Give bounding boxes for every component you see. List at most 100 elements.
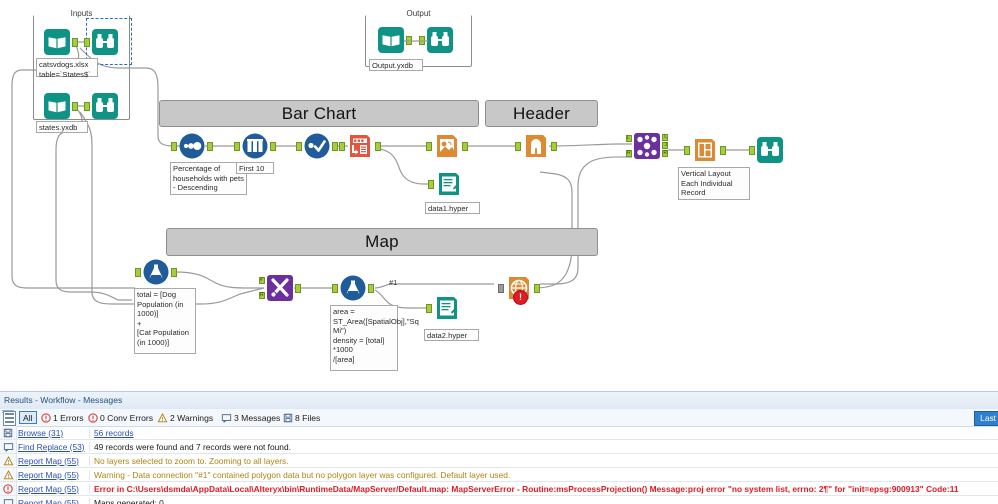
tool-link[interactable]: Find Replace (53) [16,442,90,452]
input-port[interactable] [135,268,141,277]
sort-icon [179,133,205,159]
section-bar-header[interactable]: Header [485,100,598,127]
tool-browse-final[interactable] [757,137,783,163]
tool-select[interactable] [304,133,330,159]
table-row[interactable]: Browse (31) 56 records [0,426,998,440]
tool-link[interactable]: Report Map (55) [16,470,90,480]
results-title: Results - Workflow - Messages [4,395,122,405]
last-button-label: Last [980,413,996,423]
tool-browse-output[interactable] [427,27,453,53]
output-port[interactable] [171,268,177,277]
port-label-r-out: R [663,150,667,157]
tool-sample[interactable] [242,133,268,159]
tool-report-map[interactable]: ! [506,275,532,301]
output-port[interactable] [72,38,78,47]
input-port[interactable] [515,142,521,151]
output-port[interactable] [207,142,213,151]
table-row[interactable]: Find Replace (53) 49 records were found … [0,440,998,454]
counter-warnings[interactable]: 2 Warnings [157,411,213,424]
table-row[interactable]: Report Map (55) Error in C:\Users\dsmda\… [0,482,998,496]
input-port[interactable] [332,284,338,293]
tool-join-spatial[interactable]: # R [267,275,293,301]
input-port[interactable] [426,142,432,151]
input-port[interactable] [296,142,302,151]
results-panel: Results - Workflow - Messages All 1 Erro… [0,391,998,504]
input-port[interactable] [234,142,240,151]
tool-join[interactable]: L R L J R [634,133,660,159]
formula-icon [340,275,366,301]
results-message-list[interactable]: Browse (31) 56 records Find Replace (53)… [0,426,998,504]
tool-image[interactable] [434,133,460,159]
tool-browse-catsvdogs[interactable] [92,29,118,55]
error-badge-icon: ! [513,290,528,305]
output-port[interactable] [375,142,381,151]
input-port[interactable] [684,146,690,155]
render-output-icon [434,295,460,321]
tool-sort[interactable] [179,133,205,159]
layout-icon [692,137,718,163]
output-port[interactable] [534,284,540,293]
counter-files[interactable]: 8 Files [283,411,320,424]
output-port[interactable] [720,146,726,155]
filter-all-button[interactable]: All [19,411,37,424]
last-button[interactable]: Last [974,411,998,426]
input-data-icon [378,27,404,53]
output-port[interactable] [368,284,374,293]
output-port[interactable] [72,102,78,111]
render-output-icon [436,171,462,197]
output-port[interactable] [270,142,276,151]
section-bar-bar-chart[interactable]: Bar Chart [159,100,479,127]
tool-data2-output[interactable] [434,295,460,321]
table-row[interactable]: Report Map (55) No layers selected to zo… [0,454,998,468]
counter-conv-errors-label: 0 Conv Errors [100,413,153,423]
tool-browse-states[interactable] [92,93,118,119]
counter-messages[interactable]: 3 Messages [221,411,280,424]
tool-data1-output[interactable] [436,171,462,197]
port-label-l-in: L [627,135,630,142]
input-port[interactable] [428,180,434,189]
browse-binoculars-icon [427,27,453,53]
report-header-icon [523,133,549,159]
input-port[interactable] [498,284,504,293]
results-view-toggle-icon[interactable] [3,411,16,426]
charting-icon [347,133,373,159]
image-icon [434,133,460,159]
note-formula-total: total = [Dog Population (in 1000)] + [Ca… [134,288,196,354]
tool-header-report[interactable] [523,133,549,159]
inputs-group-title: Inputs [34,9,129,18]
tool-link[interactable]: Report Map (55) [16,498,90,504]
note-data2: data2.hyper [424,329,479,341]
input-port[interactable] [339,142,345,151]
output-group-title: Output [366,9,471,18]
output-port[interactable] [332,142,338,151]
output-port[interactable] [551,142,557,151]
input-port[interactable] [84,102,90,111]
input-port[interactable] [84,38,90,47]
section-bar-map[interactable]: Map [166,228,598,256]
row-message[interactable]: 56 records [90,428,134,438]
filter-all-label: All [23,413,33,423]
tool-layout[interactable] [692,137,718,163]
counter-errors[interactable]: 1 Errors [41,411,84,424]
input-port[interactable] [426,304,432,313]
input-port[interactable] [749,146,755,155]
tool-output-yxdb[interactable] [378,27,404,53]
input-port[interactable] [171,142,177,151]
output-port[interactable] [295,284,301,293]
conv-error-icon [88,413,98,423]
output-port[interactable] [462,142,468,151]
warning-icon [0,470,16,480]
tool-formula-area[interactable] [340,275,366,301]
tool-formula-total[interactable] [143,259,169,285]
results-toolbar[interactable]: All 1 Errors 0 Conv Errors [0,409,998,427]
table-row[interactable]: Report Map (55) Warning - Data connectio… [0,468,998,482]
tool-input-states[interactable] [44,93,70,119]
counter-conv-errors[interactable]: 0 Conv Errors [88,411,153,424]
tool-charting[interactable] [347,133,373,159]
tool-link[interactable]: Report Map (55) [16,484,90,494]
tool-link[interactable]: Browse (31) [16,428,90,438]
workflow-canvas[interactable]: Inputs catsvdogs.xlsx tab [0,0,998,391]
browse-binoculars-icon [92,93,118,119]
tool-link[interactable]: Report Map (55) [16,456,90,466]
tool-input-catsvdogs[interactable] [44,29,70,55]
